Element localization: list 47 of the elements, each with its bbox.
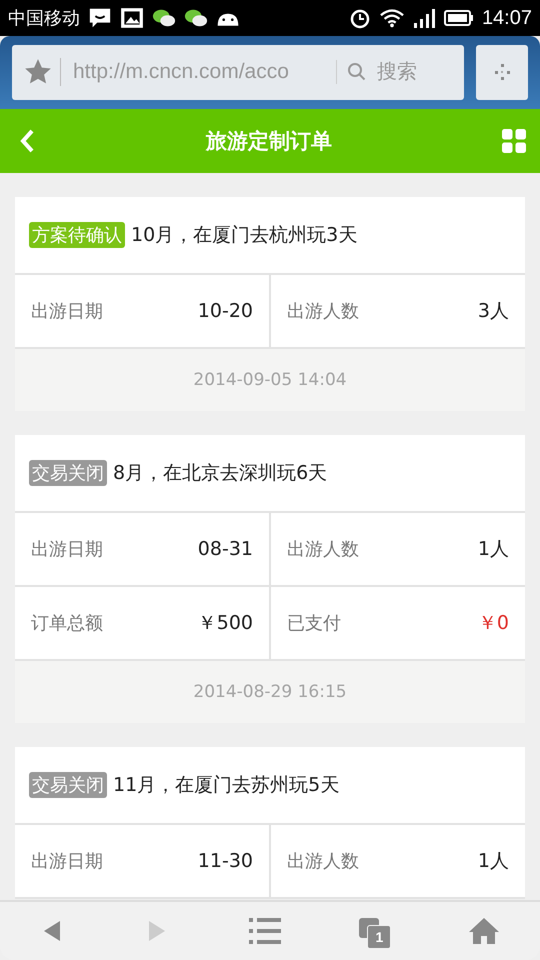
field-value: 11-30	[198, 850, 253, 872]
clock-time: 14:07	[482, 6, 532, 30]
order-title: 11月，在厦门去苏州玩5天	[113, 773, 340, 798]
order-time: 2014-08-29 16:15	[193, 682, 347, 702]
field-label: 出游人数	[287, 850, 359, 874]
list-icon	[248, 916, 281, 945]
grid-icon[interactable]	[502, 129, 526, 154]
status-tag: 方案待确认	[29, 222, 125, 248]
signal-icon	[412, 7, 436, 29]
chat-icon	[152, 7, 176, 29]
field-value: 08-31	[198, 538, 253, 560]
field-label: 出游人数	[287, 300, 359, 324]
wifi-icon	[380, 7, 404, 29]
field-label: 出游日期	[31, 850, 103, 874]
chat-icon	[184, 7, 208, 29]
field-value: 1人	[478, 849, 509, 874]
order-card[interactable]: 交易关闭 8月，在北京去深圳玩6天 出游日期 08-31 出游人数 1人 订单总额 ￥500 已支付 ￥0 2014-08-29 16:15	[15, 435, 525, 724]
order-time: 2014-09-05 14:04	[193, 370, 347, 390]
field-label: 已支付	[287, 612, 341, 636]
page-title: 旅游定制订单	[204, 128, 333, 156]
back-icon[interactable]	[18, 128, 36, 154]
order-title: 8月，在北京去深圳玩6天	[113, 461, 328, 486]
field-value: ￥0	[478, 611, 509, 636]
carrier-name: 中国移动	[8, 7, 80, 30]
status-tag: 交易关闭	[29, 460, 107, 486]
url-text: http://m.cncn.com/acco	[73, 60, 337, 84]
menu-button[interactable]	[476, 44, 528, 100]
home-icon	[468, 916, 500, 945]
battery-icon	[444, 7, 474, 29]
status-tag: 交易关闭	[29, 772, 107, 798]
field-value: 3人	[478, 299, 509, 324]
field-label: 订单总额	[31, 612, 103, 636]
field-value: 1人	[478, 537, 509, 562]
order-title: 10月，在厦门去杭州玩3天	[131, 223, 358, 248]
field-value: 10-20	[198, 300, 253, 322]
message-icon	[88, 7, 112, 29]
image-icon	[120, 7, 144, 29]
search-field[interactable]: 搜索	[375, 60, 464, 85]
field-label: 出游日期	[31, 300, 103, 324]
field-label: 出游日期	[31, 538, 103, 562]
dots-icon	[492, 62, 512, 82]
field-value: ￥500	[198, 611, 253, 636]
order-card[interactable]: 方案待确认 10月，在厦门去杭州玩3天 出游日期 10-20 出游人数 3人 2014-09-05 14:04	[15, 197, 525, 412]
search-icon	[347, 62, 367, 82]
star-icon[interactable]	[24, 58, 61, 86]
order-card[interactable]: 交易关闭 11月，在厦门去苏州玩5天 出游日期 11-30 出游人数 1人	[15, 747, 525, 900]
field-label: 出游人数	[287, 538, 359, 562]
